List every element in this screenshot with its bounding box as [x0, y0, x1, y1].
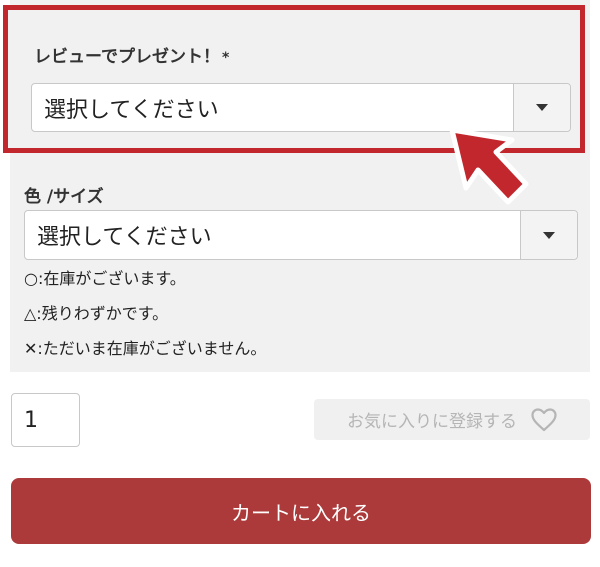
pointer-arrow-icon [449, 127, 529, 205]
color-size-label: 色 /サイズ [24, 187, 104, 207]
chevron-down-icon [543, 231, 555, 239]
heart-icon [531, 407, 557, 431]
add-to-cart-button[interactable]: カートに入れる [11, 478, 591, 544]
review-gift-label-text: レビューでプレゼント！ [34, 47, 220, 67]
stock-note-none: ✕:ただいま在庫がございません。 [24, 339, 267, 358]
color-size-dropdown-button[interactable] [520, 211, 577, 259]
color-size-select-value: 選択してください [37, 225, 212, 250]
add-to-favorites-button[interactable]: お気に入りに登録する [314, 399, 590, 440]
review-gift-label: レビューでプレゼント！ * [34, 42, 229, 67]
quantity-input[interactable]: 1 [11, 393, 80, 447]
review-gift-select-value: 選択してください [44, 97, 219, 123]
color-size-select[interactable]: 選択してください [24, 210, 578, 260]
stock-note-available: ○:在庫がございます。 [24, 269, 186, 288]
required-mark: * [221, 50, 230, 66]
stock-note-few: △:残りわずかです。 [24, 304, 169, 323]
favorites-label: お気に入りに登録する [347, 412, 517, 432]
chevron-down-icon [536, 104, 548, 111]
